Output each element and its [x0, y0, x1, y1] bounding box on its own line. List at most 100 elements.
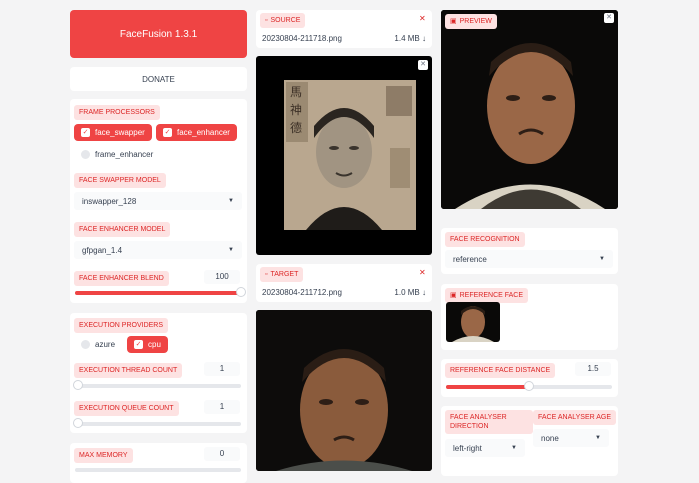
- target-portrait: [256, 310, 432, 471]
- source-filesize: 1.4 MB ↓: [394, 34, 426, 43]
- check-icon: ✓: [81, 128, 90, 137]
- donate-button[interactable]: DONATE: [70, 67, 247, 91]
- frame-enhancer-checkbox[interactable]: frame_enhancer: [74, 146, 160, 163]
- slider-knob[interactable]: [73, 380, 83, 390]
- target-file-row[interactable]: 20230804-211712.png 1.0 MB ↓: [262, 288, 426, 297]
- source-label-text: SOURCE: [270, 17, 301, 24]
- reference-face-label: ▣ REFERENCE FACE: [445, 288, 529, 303]
- face-analyser-direction-value: left-right: [453, 443, 482, 453]
- svg-text:馬: 馬: [290, 85, 302, 99]
- face-swapper-model-label: FACE SWAPPER MODEL: [74, 173, 166, 188]
- slider-knob[interactable]: [73, 418, 83, 428]
- check-icon: ✓: [163, 128, 172, 137]
- face-enhancer-blend-input[interactable]: 100: [204, 270, 240, 284]
- max-memory-slider[interactable]: [75, 468, 241, 472]
- face-analyser-age-value: none: [541, 433, 559, 443]
- face-analyser-age-select[interactable]: none ▼: [533, 429, 609, 447]
- face-recognition-value: reference: [453, 254, 487, 264]
- face-enhancer-blend-value: 100: [215, 272, 229, 281]
- svg-text:神: 神: [290, 103, 302, 117]
- cpu-label: cpu: [148, 340, 161, 349]
- face-recognition-label: FACE RECOGNITION: [445, 232, 525, 247]
- face-analyser-direction-label: FACE ANALYSER DIRECTION: [445, 410, 533, 434]
- execution-thread-count-slider[interactable]: [73, 380, 241, 390]
- execution-queue-count-slider[interactable]: [73, 418, 241, 428]
- slider-knob[interactable]: [524, 381, 534, 391]
- reference-face-thumbnail[interactable]: [446, 302, 500, 342]
- reference-face-distance-slider[interactable]: [446, 381, 612, 391]
- execution-providers-label: EXECUTION PROVIDERS: [74, 318, 169, 333]
- target-filesize: 1.0 MB ↓: [394, 288, 426, 297]
- chevron-down-icon: ▼: [599, 256, 605, 262]
- chevron-down-icon: ▼: [511, 445, 517, 451]
- source-filename: 20230804-211718.png: [262, 34, 342, 43]
- app-title-button[interactable]: FaceFusion 1.3.1: [70, 10, 247, 58]
- source-label: ▫ SOURCE: [260, 13, 306, 28]
- source-portrait: 馬 神 德: [284, 80, 416, 230]
- face-enhancer-model-label: FACE ENHANCER MODEL: [74, 222, 171, 237]
- reference-face-distance-input[interactable]: 1.5: [575, 362, 611, 376]
- source-file-row[interactable]: 20230804-211718.png 1.4 MB ↓: [262, 34, 426, 43]
- source-panel: ▫ SOURCE ✕ 20230804-211718.png 1.4 MB ↓: [256, 10, 432, 48]
- face-enhancer-model-select[interactable]: gfpgan_1.4 ▼: [74, 241, 242, 259]
- face-swapper-model-select[interactable]: inswapper_128 ▼: [74, 192, 242, 210]
- file-icon: ▫: [265, 17, 268, 24]
- chevron-down-icon: ▼: [595, 435, 601, 441]
- max-memory-input[interactable]: 0: [204, 447, 240, 461]
- unchecked-icon: [81, 150, 90, 159]
- frame-enhancer-label: frame_enhancer: [95, 150, 154, 159]
- preview-label: ▣ PREVIEW: [445, 14, 497, 29]
- reference-face-label-text: REFERENCE FACE: [459, 292, 524, 299]
- slider-knob[interactable]: [236, 287, 246, 297]
- frame-processors-label: FRAME PROCESSORS: [74, 105, 160, 120]
- target-label-text: TARGET: [270, 271, 299, 278]
- azure-checkbox[interactable]: azure: [74, 336, 122, 353]
- face-enhancer-blend-label: FACE ENHANCER BLEND: [74, 271, 169, 286]
- face-enhancer-label: face_enhancer: [177, 128, 230, 137]
- close-icon[interactable]: ✕: [604, 13, 614, 23]
- preview-portrait: [441, 10, 618, 209]
- slider-fill: [75, 291, 241, 295]
- target-panel: ▫ TARGET ✕ 20230804-211712.png 1.0 MB ↓: [256, 264, 432, 302]
- donate-label: DONATE: [142, 74, 175, 84]
- face-enhancer-blend-slider[interactable]: [75, 287, 246, 297]
- source-image: 馬 神 德 ✕: [256, 56, 432, 255]
- image-icon: ▣: [450, 292, 457, 299]
- slider-fill: [446, 385, 529, 389]
- face-recognition-panel: FACE RECOGNITION reference ▼: [441, 228, 618, 274]
- face-swapper-checkbox[interactable]: ✓ face_swapper: [74, 124, 152, 141]
- execution-queue-count-label: EXECUTION QUEUE COUNT: [74, 401, 179, 416]
- reference-face-distance-panel: REFERENCE FACE DISTANCE 1.5: [441, 359, 618, 397]
- memory-panel: MAX MEMORY 0: [70, 443, 247, 483]
- chevron-down-icon: ▼: [228, 198, 234, 204]
- face-enhancer-model-value: gfpgan_1.4: [82, 245, 123, 255]
- face-recognition-select[interactable]: reference ▼: [445, 250, 613, 268]
- svg-text:德: 德: [290, 120, 302, 135]
- image-icon: ▣: [450, 18, 457, 25]
- face-swapper-model-value: inswapper_128: [82, 196, 137, 206]
- face-swapper-label: face_swapper: [95, 128, 145, 137]
- azure-label: azure: [95, 340, 116, 349]
- face-analyser-panel: FACE ANALYSER DIRECTION left-right ▼ FAC…: [441, 406, 618, 476]
- execution-queue-count-input[interactable]: 1: [204, 400, 240, 414]
- processors-panel: FRAME PROCESSORS ✓ face_swapper ✓ face_e…: [70, 99, 247, 303]
- max-memory-value: 0: [219, 449, 225, 458]
- cpu-checkbox[interactable]: ✓ cpu: [127, 336, 168, 353]
- execution-thread-count-input[interactable]: 1: [204, 362, 240, 376]
- target-filename: 20230804-211712.png: [262, 288, 342, 297]
- reference-face-distance-value: 1.5: [587, 364, 599, 373]
- close-icon[interactable]: ✕: [419, 268, 426, 277]
- check-icon: ✓: [134, 340, 143, 349]
- max-memory-label: MAX MEMORY: [74, 448, 133, 463]
- close-icon[interactable]: ✕: [419, 14, 426, 23]
- face-enhancer-checkbox[interactable]: ✓ face_enhancer: [156, 124, 237, 141]
- preview-panel: ▣ PREVIEW ✕: [441, 10, 618, 209]
- face-analyser-age-label: FACE ANALYSER AGE: [533, 410, 617, 425]
- reference-face-image: [452, 306, 494, 342]
- file-icon: ▫: [265, 271, 268, 278]
- app-title: FaceFusion 1.3.1: [119, 28, 198, 40]
- close-icon[interactable]: ✕: [418, 60, 428, 70]
- face-analyser-direction-select[interactable]: left-right ▼: [445, 439, 525, 457]
- execution-queue-count-value: 1: [219, 402, 225, 411]
- reference-face-panel: ▣ REFERENCE FACE: [441, 284, 618, 350]
